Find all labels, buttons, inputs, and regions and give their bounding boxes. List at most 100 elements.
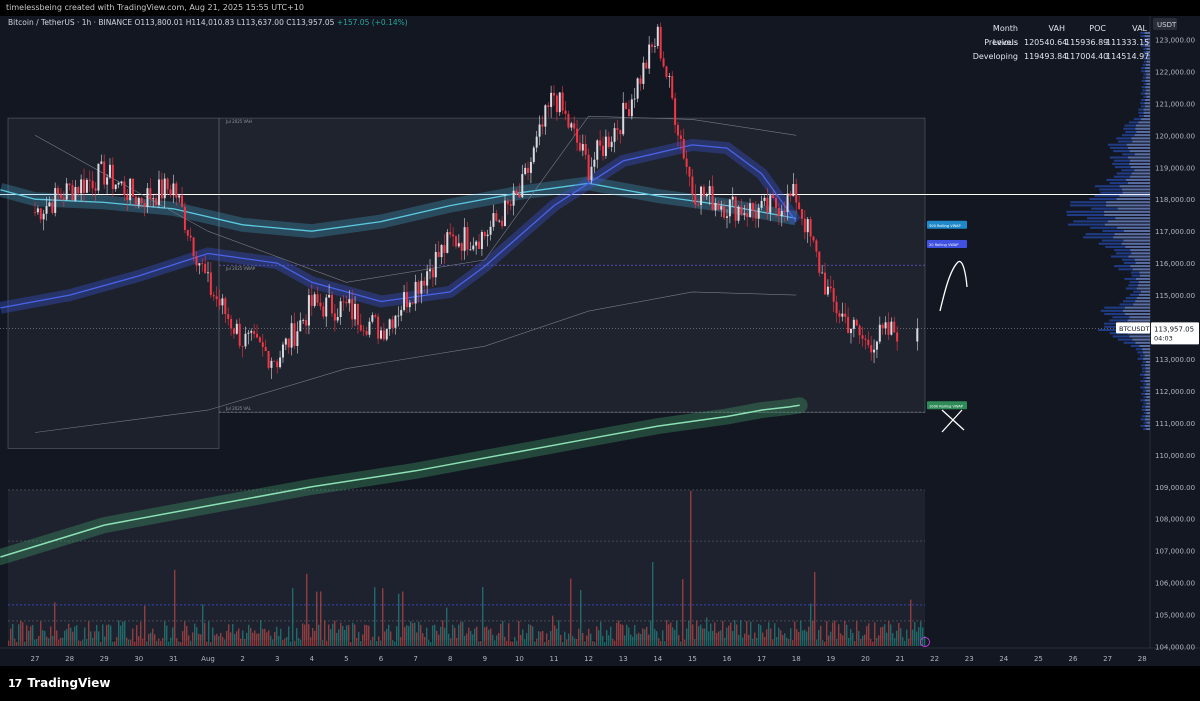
candle-body[interactable]	[175, 183, 178, 198]
candle-body[interactable]	[302, 319, 305, 321]
candle-body[interactable]	[388, 319, 391, 330]
candle-body[interactable]	[509, 204, 512, 206]
candle-body[interactable]	[602, 145, 605, 156]
candle-body[interactable]	[849, 328, 852, 334]
candle-body[interactable]	[674, 98, 677, 125]
candle-body[interactable]	[515, 190, 518, 195]
candle-body[interactable]	[553, 92, 555, 96]
candle-body[interactable]	[671, 76, 674, 99]
candle-body[interactable]	[146, 188, 149, 208]
candle-body[interactable]	[287, 338, 290, 348]
candle-body[interactable]	[71, 185, 74, 201]
candle-body[interactable]	[457, 243, 460, 247]
candle-body[interactable]	[720, 206, 723, 210]
candle-body[interactable]	[434, 252, 437, 278]
candle-body[interactable]	[80, 179, 83, 194]
candle-body[interactable]	[893, 321, 896, 333]
candle-body[interactable]	[506, 200, 509, 205]
candle-body[interactable]	[431, 269, 434, 278]
candle-body[interactable]	[754, 210, 757, 219]
candle-body[interactable]	[867, 339, 870, 346]
candle-body[interactable]	[743, 213, 746, 215]
candle-body[interactable]	[129, 178, 132, 201]
candle-body[interactable]	[440, 245, 443, 258]
candle-body[interactable]	[806, 219, 809, 233]
candle-body[interactable]	[772, 195, 775, 198]
candle-body[interactable]	[380, 330, 382, 339]
candle-body[interactable]	[108, 164, 111, 178]
candle-body[interactable]	[403, 292, 406, 310]
candle-body[interactable]	[581, 144, 584, 151]
candle-body[interactable]	[726, 216, 728, 218]
candle-body[interactable]	[757, 207, 760, 219]
candle-body[interactable]	[630, 99, 633, 117]
candle-body[interactable]	[734, 196, 737, 221]
candle-body[interactable]	[221, 298, 224, 306]
candle-body[interactable]	[377, 316, 380, 339]
candle-body[interactable]	[596, 140, 599, 160]
candle-body[interactable]	[622, 102, 625, 135]
candle-body[interactable]	[466, 227, 469, 250]
candle-body[interactable]	[423, 280, 426, 286]
candle-body[interactable]	[36, 208, 39, 213]
candle-body[interactable]	[305, 319, 308, 326]
candle-body[interactable]	[527, 167, 530, 173]
candle-body[interactable]	[163, 178, 166, 199]
candle-body[interactable]	[763, 197, 766, 201]
candle-body[interactable]	[212, 295, 215, 297]
candle-body[interactable]	[852, 319, 855, 329]
candle-body[interactable]	[322, 306, 325, 317]
candle-body[interactable]	[573, 123, 576, 129]
chart-pane[interactable]: Jul 2025 VAH Jul 2025 VWAP Jul 2025 VAL 500…	[0, 16, 1200, 666]
candle-body[interactable]	[538, 124, 541, 137]
candle-body[interactable]	[659, 26, 662, 59]
candle-body[interactable]	[371, 315, 374, 322]
candle-body[interactable]	[374, 315, 377, 317]
candle-body[interactable]	[103, 161, 106, 185]
candle-body[interactable]	[405, 292, 408, 308]
candle-body[interactable]	[705, 194, 708, 197]
candle-body[interactable]	[567, 113, 570, 128]
candle-body[interactable]	[829, 286, 832, 289]
candle-body[interactable]	[414, 281, 417, 304]
candle-body[interactable]	[207, 272, 209, 274]
candle-body[interactable]	[861, 335, 864, 339]
candle-body[interactable]	[890, 321, 893, 335]
candle-body[interactable]	[676, 124, 679, 136]
candle-body[interactable]	[651, 44, 654, 47]
candle-body[interactable]	[250, 331, 253, 333]
candle-body[interactable]	[342, 301, 345, 303]
candle-body[interactable]	[443, 245, 446, 253]
candle-body[interactable]	[550, 92, 553, 107]
candle-body[interactable]	[578, 142, 581, 151]
candle-body[interactable]	[351, 299, 354, 320]
candle-body[interactable]	[821, 272, 824, 274]
candle-body[interactable]	[685, 158, 688, 167]
candle-body[interactable]	[394, 315, 397, 328]
candle-body[interactable]	[795, 184, 798, 203]
candle-body[interactable]	[215, 296, 218, 300]
candle-body[interactable]	[91, 180, 94, 189]
candle-body[interactable]	[541, 124, 544, 127]
candle-body[interactable]	[345, 301, 348, 304]
candle-body[interactable]	[625, 102, 628, 110]
candle-body[interactable]	[420, 280, 423, 294]
candle-body[interactable]	[607, 136, 610, 148]
candle-body[interactable]	[501, 220, 504, 227]
candle-body[interactable]	[547, 105, 550, 107]
candle-body[interactable]	[111, 164, 114, 190]
candle-body[interactable]	[232, 328, 235, 334]
symbol-legend[interactable]: Bitcoin / TetherUS · 1h · BINANCE O113,8…	[8, 18, 408, 27]
candle-body[interactable]	[114, 184, 117, 190]
candle-body[interactable]	[273, 360, 276, 362]
candle-body[interactable]	[492, 213, 495, 227]
chart-canvas[interactable]: Jul 2025 VAH Jul 2025 VWAP Jul 2025 VAL 500…	[0, 16, 1200, 666]
candle-body[interactable]	[235, 323, 238, 334]
candle-body[interactable]	[106, 177, 109, 185]
candle-body[interactable]	[264, 346, 267, 352]
candle-body[interactable]	[691, 176, 694, 195]
candle-body[interactable]	[157, 179, 160, 205]
candle-body[interactable]	[460, 243, 463, 251]
candle-body[interactable]	[503, 200, 506, 227]
candle-body[interactable]	[241, 345, 244, 347]
